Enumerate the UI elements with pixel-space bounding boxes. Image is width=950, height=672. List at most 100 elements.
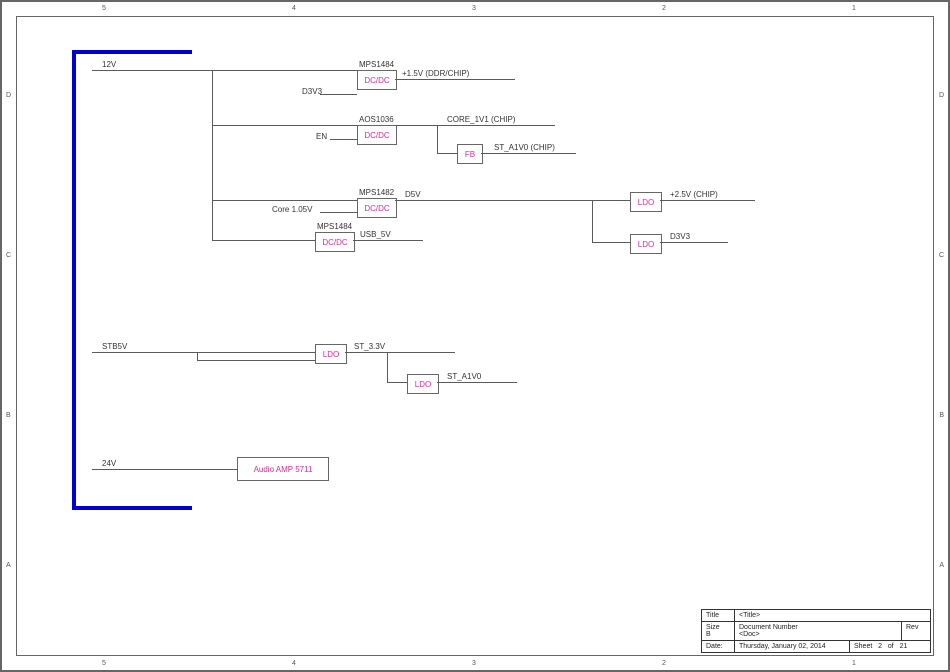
wire: [437, 125, 438, 153]
ic-mps1482-label: MPS1482: [359, 188, 394, 197]
tb-sheet-n: 2: [878, 643, 882, 650]
net-d3v3a: D3V3: [302, 87, 322, 96]
ldo-block: LDO: [630, 192, 662, 212]
wire: [212, 70, 213, 240]
zone-top: 4: [292, 5, 296, 12]
bus-horizontal-bot: [72, 506, 192, 510]
wire: [330, 139, 357, 140]
tb-sheet-t: 21: [900, 643, 908, 650]
fb-block: FB: [457, 144, 483, 164]
title-block: Title <Title> Size B Document Number <Do…: [701, 609, 931, 653]
zone-right: D: [939, 92, 944, 99]
wire: [197, 352, 198, 360]
block-text: DC/DC: [364, 204, 389, 213]
wire: [353, 240, 423, 241]
rail-24v-label: 24V: [102, 459, 116, 468]
wire: [437, 153, 457, 154]
zone-left: A: [6, 562, 11, 569]
zone-bot: 5: [102, 660, 106, 667]
ic-mps1484a-label: MPS1484: [359, 60, 394, 69]
wire: [92, 469, 237, 470]
zone-top: 5: [102, 5, 106, 12]
zone-left: B: [6, 412, 11, 419]
net-core105: Core 1.05V: [272, 205, 312, 214]
zone-right: C: [939, 252, 944, 259]
zone-bot: 4: [292, 660, 296, 667]
tb-doc-val: <Doc>: [739, 631, 897, 638]
rail-stb5v-label: STB5V: [102, 342, 127, 351]
wire: [345, 352, 455, 353]
net-core1v1: CORE_1V1 (CHIP): [447, 115, 515, 124]
wire: [395, 200, 630, 201]
block-text: LDO: [323, 350, 339, 359]
bus-vertical: [72, 50, 76, 510]
tb-sheet-key: Sheet: [854, 643, 872, 650]
zone-right: B: [939, 412, 944, 419]
wire: [212, 200, 357, 201]
zone-top: 3: [472, 5, 476, 12]
wire: [320, 94, 357, 95]
block-text: DC/DC: [364, 76, 389, 85]
zone-left: D: [6, 92, 11, 99]
net-en: EN: [316, 132, 327, 141]
block-text: FB: [465, 150, 475, 159]
wire: [660, 242, 728, 243]
audio-amp-block: Audio AMP 5711: [237, 457, 329, 481]
block-text: LDO: [415, 380, 431, 389]
block-text: Audio AMP 5711: [254, 465, 313, 474]
wire: [197, 360, 315, 361]
wire: [387, 352, 388, 382]
tb-doc-key: Document Number: [739, 624, 897, 631]
wire: [395, 125, 555, 126]
dcdc-block: DC/DC: [357, 70, 397, 90]
net-1v5: +1.5V (DDR/CHIP): [402, 69, 469, 78]
tb-size-key: Size: [706, 624, 730, 631]
dcdc-block: DC/DC: [357, 198, 397, 218]
wire: [481, 153, 576, 154]
block-text: DC/DC: [364, 131, 389, 140]
block-text: DC/DC: [322, 238, 347, 247]
net-st33v: ST_3.3V: [354, 342, 385, 351]
rail-12v-label: 12V: [102, 60, 116, 69]
net-sta1v0: ST_A1V0 (CHIP): [494, 143, 555, 152]
inner-frame: [16, 16, 934, 656]
wire: [212, 125, 357, 126]
net-d5v: D5V: [405, 190, 421, 199]
wire: [212, 240, 315, 241]
block-text: LDO: [638, 240, 654, 249]
net-d3v3b: D3V3: [670, 232, 690, 241]
schematic-sheet: 5 4 3 2 1 5 4 3 2 1 D C B A D C B A 12V …: [0, 0, 950, 672]
ldo-block: LDO: [407, 374, 439, 394]
ic-mps1484b-label: MPS1484: [317, 222, 352, 231]
zone-right: A: [939, 562, 944, 569]
net-sta1v0b: ST_A1V0: [447, 372, 481, 381]
bus-horizontal-top: [72, 50, 192, 54]
dcdc-block: DC/DC: [357, 125, 397, 145]
zone-bot: 1: [852, 660, 856, 667]
tb-rev-key: Rev: [902, 622, 930, 640]
tb-size-val: B: [706, 631, 730, 638]
wire: [592, 242, 630, 243]
ldo-block: LDO: [630, 234, 662, 254]
ldo-block: LDO: [315, 344, 347, 364]
wire: [320, 212, 357, 213]
wire: [395, 79, 515, 80]
wire: [387, 382, 407, 383]
net-2v5: +2.5V (CHIP): [670, 190, 718, 199]
tb-title-key: Title: [702, 610, 735, 621]
dcdc-block: DC/DC: [315, 232, 355, 252]
tb-title-val: <Title>: [735, 610, 930, 621]
tb-date-val: Thursday, January 02, 2014: [735, 641, 850, 652]
net-usb5v: USB_5V: [360, 230, 391, 239]
zone-bot: 2: [662, 660, 666, 667]
zone-left: C: [6, 252, 11, 259]
wire: [592, 200, 593, 242]
zone-top: 1: [852, 5, 856, 12]
tb-date-key: Date:: [702, 641, 735, 652]
wire: [92, 70, 357, 71]
wire: [92, 352, 315, 353]
zone-top: 2: [662, 5, 666, 12]
block-text: LDO: [638, 198, 654, 207]
wire: [660, 200, 755, 201]
tb-of: of: [888, 643, 894, 650]
